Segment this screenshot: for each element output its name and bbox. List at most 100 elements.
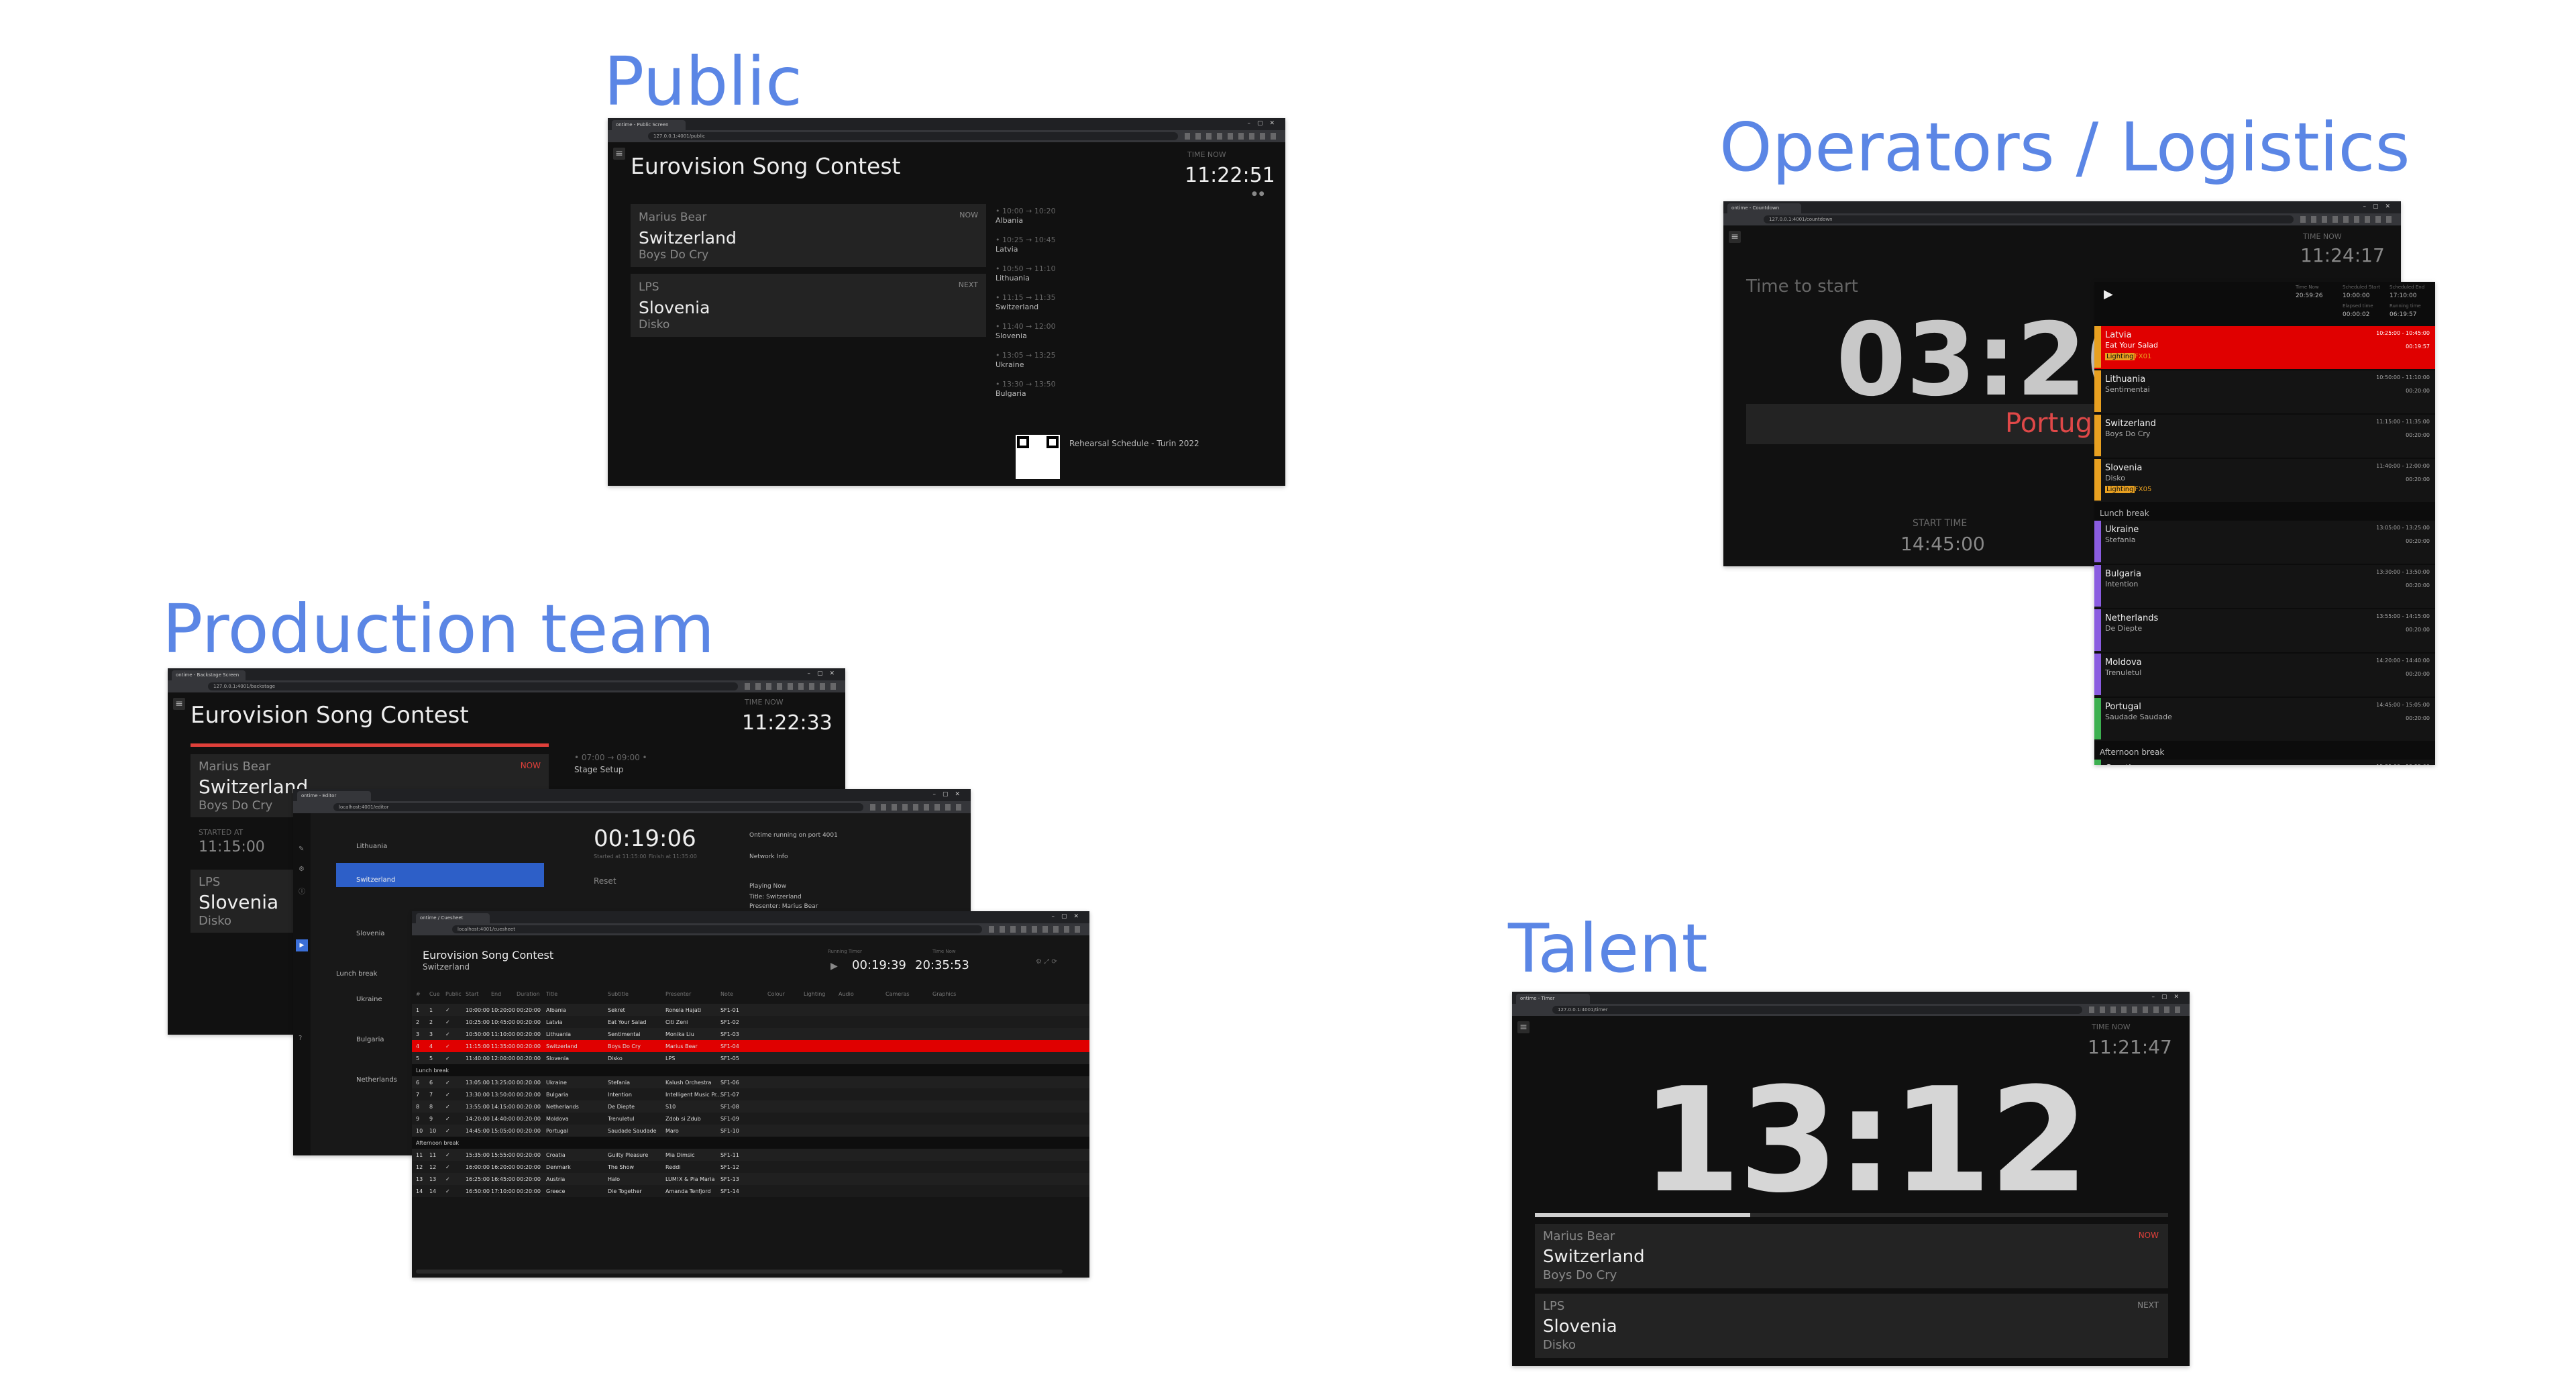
rundown-row[interactable]: Latvia Eat Your Salad 10:25:00 - 10:45:00 0… bbox=[2094, 326, 2435, 369]
public-check-icon[interactable]: ✓ bbox=[445, 1116, 450, 1122]
settings-icon[interactable]: ⚙ bbox=[299, 866, 305, 873]
rundown-row[interactable]: Switzerland Boys Do Cry 11:15:00 - 11:35:0… bbox=[2094, 415, 2435, 458]
url-field[interactable]: localhost:4001/cuesheet bbox=[452, 925, 982, 933]
column-header[interactable]: Colour bbox=[767, 991, 785, 997]
browser-tab[interactable]: ontime - Backstage Screen bbox=[172, 670, 246, 680]
window-controls[interactable]: –▢✕ bbox=[1051, 913, 1085, 920]
column-header[interactable]: End bbox=[491, 991, 501, 997]
table-break-row[interactable]: Lunch break bbox=[412, 1064, 1089, 1076]
rundown-row[interactable]: Bulgaria Intention 13:30:00 - 13:50:00 00:2… bbox=[2094, 565, 2435, 608]
window-controls[interactable]: –▢✕ bbox=[2363, 203, 2397, 210]
browser-tab[interactable]: ontime - Editor bbox=[297, 791, 371, 801]
rundown-row[interactable]: Lithuania Sentimentai 10:50:00 - 11:10:00 0… bbox=[2094, 370, 2435, 413]
window-controls[interactable]: –▢✕ bbox=[1247, 120, 1281, 127]
cuesheet-play-icon[interactable]: ▶ bbox=[830, 961, 838, 972]
column-header[interactable]: Start bbox=[466, 991, 479, 997]
window-controls[interactable]: –▢✕ bbox=[2151, 994, 2186, 1000]
table-row[interactable]: 11 11 15:35:00 15:55:00 00:20:00 Croatia Guilt… bbox=[412, 1149, 1089, 1161]
public-check-icon[interactable]: ✓ bbox=[445, 1152, 450, 1158]
rundown-row[interactable]: Moldova Trenuletul 14:20:00 - 14:40:00 00:2… bbox=[2094, 654, 2435, 696]
column-header[interactable]: Title bbox=[546, 991, 557, 997]
pager-dots[interactable]: ● ● bbox=[1252, 191, 1265, 197]
rundown-row[interactable]: Bulgaria bbox=[356, 1036, 384, 1043]
table-break-row[interactable]: Afternoon break bbox=[412, 1137, 1089, 1149]
column-header[interactable]: Audio bbox=[839, 991, 854, 997]
public-check-icon[interactable]: ✓ bbox=[445, 1043, 450, 1049]
public-check-icon[interactable]: ✓ bbox=[445, 1164, 450, 1170]
column-header[interactable]: Lighting bbox=[804, 991, 825, 997]
rundown-row[interactable]: Portugal Saudade Saudade 14:45:00 - 15:05:… bbox=[2094, 698, 2435, 741]
rundown-row[interactable]: Ukraine bbox=[356, 996, 382, 1003]
column-header[interactable]: Cameras bbox=[885, 991, 910, 997]
table-row[interactable]: 7 7 13:30:00 13:50:00 00:20:00 Bulgaria Intent… bbox=[412, 1088, 1089, 1100]
extension-icons[interactable] bbox=[1185, 133, 1279, 140]
column-header[interactable]: Presenter bbox=[665, 991, 691, 997]
horizontal-scrollbar[interactable] bbox=[416, 1270, 1063, 1274]
column-header[interactable]: Subtitle bbox=[608, 991, 629, 997]
menu-icon[interactable]: ≡ bbox=[613, 148, 625, 160]
wrench-icon[interactable]: ✎ bbox=[299, 845, 304, 853]
table-row[interactable]: 12 12 16:00:00 16:20:00 00:20:00 Denmark The S… bbox=[412, 1161, 1089, 1173]
column-header[interactable]: Public bbox=[445, 991, 462, 997]
public-check-icon[interactable]: ✓ bbox=[445, 1007, 450, 1013]
column-header[interactable]: Duration bbox=[517, 991, 540, 997]
url-field[interactable]: localhost:4001/editor bbox=[333, 803, 863, 811]
extension-icons[interactable] bbox=[2089, 1006, 2183, 1013]
table-row[interactable]: 13 13 16:25:00 16:45:00 00:20:00 Austria Halo L… bbox=[412, 1173, 1089, 1185]
table-row[interactable]: 1 1 10:00:00 10:20:00 00:20:00 Albania Sekret R… bbox=[412, 1004, 1089, 1016]
public-check-icon[interactable]: ✓ bbox=[445, 1019, 450, 1025]
help-icon[interactable]: ? bbox=[299, 1035, 302, 1042]
table-row[interactable]: 2 2 10:25:00 10:45:00 00:20:00 Latvia Eat Your… bbox=[412, 1016, 1089, 1028]
url-field[interactable]: 127.0.0.1:4001/timer bbox=[1552, 1006, 2082, 1014]
extension-icons[interactable] bbox=[745, 683, 839, 690]
browser-tab[interactable]: ontime - Timer bbox=[1516, 994, 1590, 1004]
public-check-icon[interactable]: ✓ bbox=[445, 1055, 450, 1062]
menu-icon[interactable]: ≡ bbox=[1517, 1021, 1529, 1033]
extension-icons[interactable] bbox=[989, 926, 1083, 933]
table-row[interactable]: 6 6 13:05:00 13:25:00 00:20:00 Ukraine Stefani… bbox=[412, 1076, 1089, 1088]
public-check-icon[interactable]: ✓ bbox=[445, 1092, 450, 1098]
menu-icon[interactable]: ≡ bbox=[1729, 231, 1741, 243]
rundown-row[interactable]: Ukraine Stefania 13:05:00 - 13:25:00 00:20:… bbox=[2094, 521, 2435, 564]
table-row[interactable]: 5 5 11:40:00 12:00:00 00:20:00 Slovenia Disko L… bbox=[412, 1052, 1089, 1064]
column-header[interactable]: Graphics bbox=[932, 991, 956, 997]
rundown-row[interactable]: Slovenia bbox=[356, 930, 385, 937]
play-icon[interactable]: ▶ bbox=[2104, 287, 2113, 301]
rundown-row[interactable]: Netherlands De Diepte 13:55:00 - 14:15:00 0… bbox=[2094, 609, 2435, 652]
browser-tab[interactable]: ontime - Countdown bbox=[1727, 203, 1801, 213]
public-check-icon[interactable]: ✓ bbox=[445, 1031, 450, 1037]
play-sidebar-icon[interactable]: ▶ bbox=[296, 939, 308, 951]
rundown-row[interactable]: Croatia 15:35:00 - 15:55:00 bbox=[2094, 760, 2435, 765]
public-check-icon[interactable]: ✓ bbox=[445, 1128, 450, 1134]
table-row[interactable]: 4 4 11:15:00 11:35:00 00:20:00 Switzerland Boy… bbox=[412, 1040, 1089, 1052]
window-controls[interactable]: –▢✕ bbox=[807, 670, 841, 677]
rundown-row-active[interactable]: Switzerland bbox=[336, 863, 544, 887]
public-check-icon[interactable]: ✓ bbox=[445, 1080, 450, 1086]
browser-tab[interactable]: ontime - Public Screen bbox=[612, 120, 686, 130]
rundown-row[interactable]: Lithuania bbox=[356, 843, 387, 850]
public-check-icon[interactable]: ✓ bbox=[445, 1176, 450, 1182]
reset-button[interactable]: Reset bbox=[594, 876, 616, 886]
window-controls[interactable]: –▢✕ bbox=[932, 791, 967, 798]
info-icon[interactable]: ⓘ bbox=[299, 886, 305, 896]
table-row[interactable]: 9 9 14:20:00 14:40:00 00:20:00 Moldova Trenule… bbox=[412, 1113, 1089, 1125]
url-field[interactable]: 127.0.0.1:4001/backstage bbox=[208, 682, 738, 690]
cuesheet-settings-icon[interactable]: ⚙ ⤢ ⟳ bbox=[1036, 958, 1057, 966]
table-row[interactable]: 10 10 14:45:00 15:05:00 00:20:00 Portugal Saud… bbox=[412, 1125, 1089, 1137]
public-check-icon[interactable]: ✓ bbox=[445, 1188, 450, 1194]
public-check-icon[interactable]: ✓ bbox=[445, 1104, 450, 1110]
rundown-row[interactable]: Slovenia Disko 11:40:00 - 12:00:00 00:20:00… bbox=[2094, 459, 2435, 502]
table-row[interactable]: 3 3 10:50:00 11:10:00 00:20:00 Lithuania Senti… bbox=[412, 1028, 1089, 1040]
menu-icon[interactable]: ≡ bbox=[173, 698, 185, 710]
rundown-row[interactable]: Netherlands bbox=[356, 1076, 397, 1084]
browser-tab[interactable]: ontime / Cuesheet bbox=[416, 913, 490, 923]
extension-icons[interactable] bbox=[870, 804, 964, 811]
table-row[interactable]: 14 14 16:50:00 17:10:00 00:20:00 Greece Die To… bbox=[412, 1185, 1089, 1197]
column-header[interactable]: Cue bbox=[429, 991, 440, 997]
column-header[interactable]: Note bbox=[720, 991, 733, 997]
extension-icons[interactable] bbox=[2300, 216, 2394, 223]
column-header[interactable]: # bbox=[416, 991, 421, 997]
url-field[interactable]: 127.0.0.1:4001/public bbox=[648, 132, 1178, 140]
url-field[interactable]: 127.0.0.1:4001/countdown bbox=[1764, 215, 2294, 223]
table-row[interactable]: 8 8 13:55:00 14:15:00 00:20:00 Netherlands De … bbox=[412, 1100, 1089, 1113]
